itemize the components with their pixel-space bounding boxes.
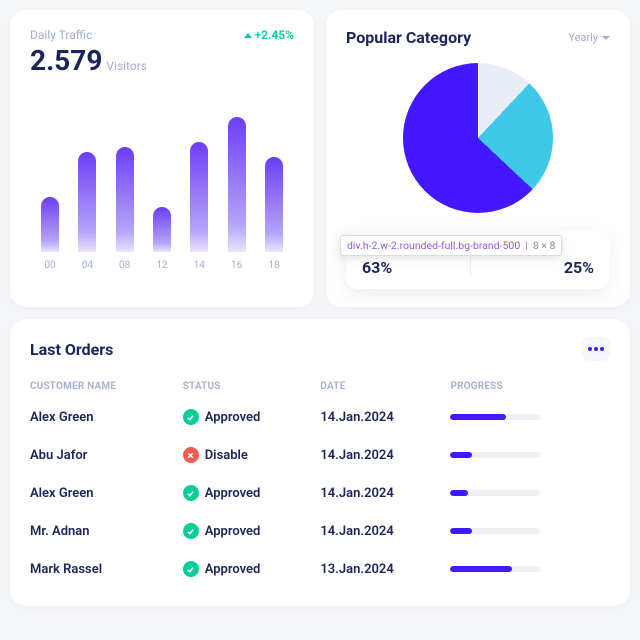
cell-date: 14.Jan.2024 [320, 474, 450, 512]
col-status: STATUS [183, 375, 321, 398]
period-select[interactable]: Yearly [568, 31, 610, 44]
cell-progress [450, 512, 610, 550]
cell-progress [450, 550, 610, 588]
bar: 00 [36, 197, 64, 271]
bar: 18 [260, 157, 288, 271]
table-row: Alex GreenApproved14.Jan.2024 [30, 474, 610, 512]
bar: 04 [73, 152, 101, 271]
col-progress: PROGRESS [450, 375, 610, 398]
orders-tbody: Alex GreenApproved14.Jan.2024Abu JaforDi… [30, 398, 610, 588]
cell-name: Mr. Adnan [30, 512, 183, 550]
cell-name: Mark Rassel [30, 550, 183, 588]
orders-table: Customer NAME STATUS DATE PROGRESS Alex … [30, 375, 610, 588]
chevron-down-icon [602, 36, 610, 40]
cell-status: Approved [183, 512, 321, 550]
bar: 12 [148, 207, 176, 271]
cell-date: 13.Jan.2024 [320, 550, 450, 588]
col-customer: Customer NAME [30, 375, 183, 398]
cell-progress [450, 474, 610, 512]
caret-up-icon [244, 33, 252, 38]
cell-status: Disable [183, 436, 321, 474]
cell-status: Approved [183, 474, 321, 512]
traffic-value: 2.579Visitors [30, 44, 147, 77]
check-icon [183, 485, 199, 501]
bar: 16 [223, 117, 251, 271]
traffic-delta: +2.45% [244, 28, 294, 42]
traffic-label: Daily Traffic [30, 28, 147, 42]
cell-status: Approved [183, 398, 321, 436]
x-icon [183, 447, 199, 463]
bar: 08 [111, 147, 139, 271]
devtools-tooltip: div.h-2.w-2.rounded-full.bg-brand-500|8 … [340, 235, 562, 256]
table-row: Mark RasselApproved13.Jan.2024 [30, 550, 610, 588]
popcat-title: Popular Category [346, 28, 471, 47]
col-date: DATE [320, 375, 450, 398]
check-icon [183, 523, 199, 539]
check-icon [183, 409, 199, 425]
cell-status: Approved [183, 550, 321, 588]
bar: 14 [185, 142, 213, 271]
traffic-bar-chart: 00040812141618 [30, 101, 294, 271]
table-row: Abu JaforDisable14.Jan.2024 [30, 436, 610, 474]
cell-progress [450, 398, 610, 436]
last-orders-card: Last Orders Customer NAME STATUS DATE PR… [10, 319, 630, 606]
cell-name: Alex Green [30, 398, 183, 436]
cell-progress [450, 436, 610, 474]
cell-name: Alex Green [30, 474, 183, 512]
table-row: Mr. AdnanApproved14.Jan.2024 [30, 512, 610, 550]
table-row: Alex GreenApproved14.Jan.2024 [30, 398, 610, 436]
check-icon [183, 561, 199, 577]
daily-traffic-card: Daily Traffic 2.579Visitors +2.45% 00040… [10, 10, 314, 307]
orders-title: Last Orders [30, 340, 113, 359]
cell-name: Abu Jafor [30, 436, 183, 474]
cell-date: 14.Jan.2024 [320, 512, 450, 550]
more-icon [588, 347, 604, 351]
cell-date: 14.Jan.2024 [320, 436, 450, 474]
popular-category-card: Popular Category Yearly div.h-2.w-2.roun… [326, 10, 630, 307]
category-pie-chart [403, 63, 553, 213]
cell-date: 14.Jan.2024 [320, 398, 450, 436]
more-button[interactable] [582, 337, 610, 361]
